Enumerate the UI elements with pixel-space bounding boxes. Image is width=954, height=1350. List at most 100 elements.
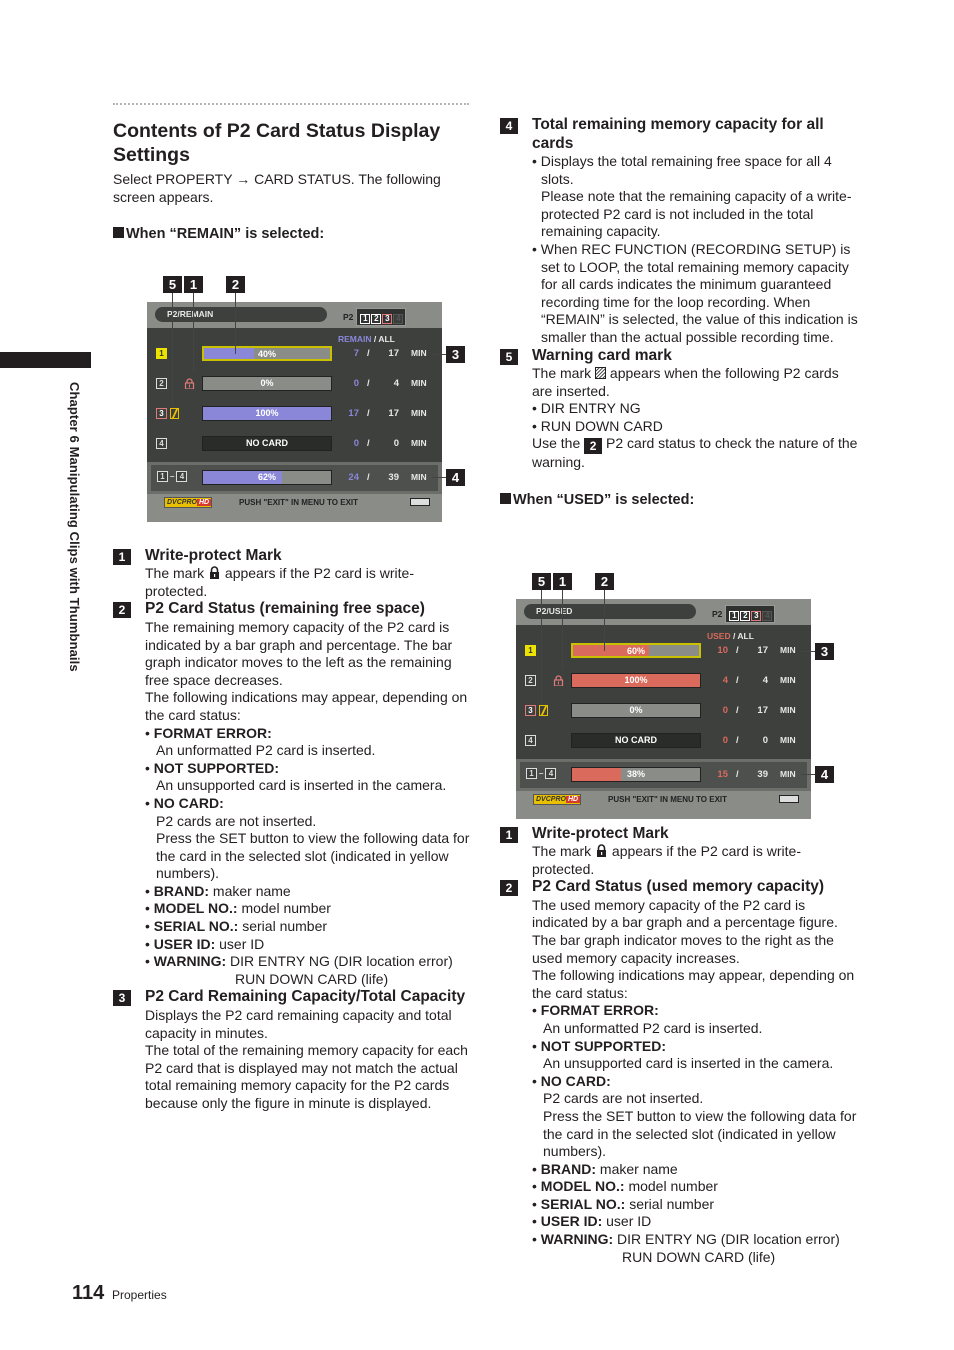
value-mode: 17 (348, 408, 359, 419)
bullet-desc: An unformatted P2 card is inserted. (543, 1019, 763, 1036)
total-row: 1–4 38% 15 / 39 MIN (520, 762, 807, 788)
item-text: The remaining memory capacity of the P2 … (145, 618, 453, 688)
item-total-remaining: 4 Total remaining memory capacity for al… (500, 116, 860, 347)
bullet: • When REC FUNCTION (RECORDING SETUP) is… (532, 240, 858, 345)
item-text: The following indications may appear, de… (145, 689, 468, 723)
leader-line (541, 590, 542, 703)
bullet: • RUN DOWN CARD (532, 417, 663, 434)
field-brand: • BRAND: maker name (145, 882, 291, 899)
item-number: 2 (113, 602, 131, 619)
bullet-desc: Press the SET button to view the followi… (156, 830, 470, 882)
bullet-desc: P2 cards are not inserted. (543, 1090, 704, 1107)
chapter-tab-label: Chapter 6 Manipulating Clips with Thumbn… (67, 382, 82, 672)
leader-line (801, 774, 815, 775)
header-mode: REMAIN (338, 334, 372, 344)
lock-icon (597, 844, 607, 858)
field-brand: • BRAND: maker name (532, 1160, 678, 1177)
slot-label: 3 (525, 705, 536, 716)
value-unit: MIN (411, 378, 427, 388)
total-all: 39 (388, 472, 399, 483)
warning-card-icon (170, 408, 179, 419)
slot-label: 4 (525, 735, 536, 746)
slot-4-indicator: 4 (762, 611, 773, 621)
total-unit: MIN (411, 472, 427, 482)
callout-4: 4 (815, 766, 834, 783)
warning-card-icon (595, 367, 607, 380)
write-protect-lock-icon (553, 675, 564, 686)
slot-label: 1 (156, 348, 167, 359)
value-unit: MIN (411, 408, 427, 418)
bullet-not-supported: • NOT SUPPORTED: (145, 759, 280, 776)
camera-screen: P2/REMAIN P2 1 2 3 4 REMAIN / ALL 1 40% 7/17 MIN 2 0… (147, 302, 442, 522)
value-sep: / (367, 378, 370, 389)
slot-label: 1 (525, 645, 536, 656)
slot-label: 3 (156, 408, 167, 419)
total-band: 1–4 62% 24 / 39 MIN (147, 462, 442, 494)
total-mode: 15 (717, 769, 728, 780)
bullet-format-error: • FORMAT ERROR: (532, 1002, 659, 1019)
leader-line (432, 477, 446, 478)
status-bar-label: 0% (629, 705, 643, 715)
status-bar: 40% (202, 346, 332, 361)
slot-2-indicator: 2 (371, 314, 382, 324)
leader-line (172, 293, 173, 406)
item-title: Write-protect Mark (532, 824, 669, 842)
item-number: 1 (113, 548, 131, 565)
slot-row-3: 3 0% 0 / 17 MIN (516, 703, 811, 719)
item-number: 5 (500, 348, 518, 365)
leader-line (193, 293, 194, 372)
status-bar-label: NO CARD (246, 438, 288, 448)
slot-row-3: 3 100% 17 / 17 MIN (147, 406, 442, 422)
battery-icon (779, 795, 799, 803)
page-section: Properties (112, 1288, 167, 1302)
callout-1: 1 (553, 573, 572, 590)
status-bar-label: 60% (626, 646, 645, 656)
column-header: USED / ALL (707, 631, 754, 641)
leader-line (432, 354, 446, 355)
value-unit: MIN (780, 645, 796, 655)
chapter-tab-marker (0, 352, 91, 368)
status-bar-label: NO CARD (615, 735, 657, 745)
callout-4: 4 (446, 469, 465, 486)
bullet-desc: An unsupported card is inserted in the c… (156, 777, 447, 794)
left-column: Contents of P2 Card Status Display Setti… (113, 100, 473, 1113)
chapter-tab: Chapter 6 Manipulating Clips with Thumbn… (64, 382, 84, 742)
screen-footer: DVCPRO HD PUSH "EXIT" IN MENU TO EXIT (147, 494, 442, 522)
slot-3-indicator: 3 (382, 314, 393, 324)
status-bar: 100% (571, 673, 701, 688)
total-bar: 38% (571, 767, 701, 782)
item-text: The following indications may appear, de… (532, 967, 855, 1001)
value-sep: / (367, 472, 370, 483)
value-sep: / (736, 735, 739, 746)
item-number: 1 (500, 826, 518, 843)
field-model: • MODEL NO.: model number (532, 1178, 718, 1195)
value-sep: / (367, 408, 370, 419)
field-user-id: • USER ID: user ID (145, 935, 265, 952)
item-title: P2 Card Remaining Capacity/Total Capacit… (145, 988, 466, 1006)
value-mode: 7 (353, 348, 359, 359)
remain-screen-figure: 5 1 2 P2/REMAIN P2 1 2 3 4 REMAIN / ALL 1 40% 7/17 MI… (147, 276, 472, 526)
battery-icon (410, 498, 430, 506)
item-card-status-used: 2 P2 Card Status (used memory capacity) … (500, 878, 860, 1266)
slot-row-2: 2 0% 0 / 4 MIN (147, 376, 442, 392)
callout-3: 3 (446, 346, 465, 363)
field-serial: • SERIAL NO.: serial number (145, 918, 328, 935)
slot-indicator-box: 1234 (356, 308, 407, 326)
callout-1: 1 (184, 276, 203, 293)
item-remaining-capacity: 3 P2 Card Remaining Capacity/Total Capac… (113, 988, 473, 1112)
slot-4-indicator: 4 (393, 314, 404, 324)
page-number: 114 (72, 1282, 105, 1304)
bullet-no-card: • NO CARD: (145, 794, 224, 811)
value-unit: MIN (780, 705, 796, 715)
value-unit: MIN (411, 438, 427, 448)
slot-label: 1 (526, 768, 537, 779)
exit-hint: PUSH "EXIT" IN MENU TO EXIT (239, 498, 359, 507)
field-serial: • SERIAL NO.: serial number (532, 1195, 715, 1212)
field-user-id: • USER ID: user ID (532, 1213, 652, 1230)
value-sep: / (736, 769, 739, 780)
item-number: 2 (500, 880, 518, 897)
section-divider (113, 103, 469, 109)
bullet-desc: An unformatted P2 card is inserted. (156, 742, 376, 759)
item-warning-mark: 5 Warning card mark The mark appears whe… (500, 347, 860, 472)
bullet-not-supported: • NOT SUPPORTED: (532, 1037, 667, 1054)
